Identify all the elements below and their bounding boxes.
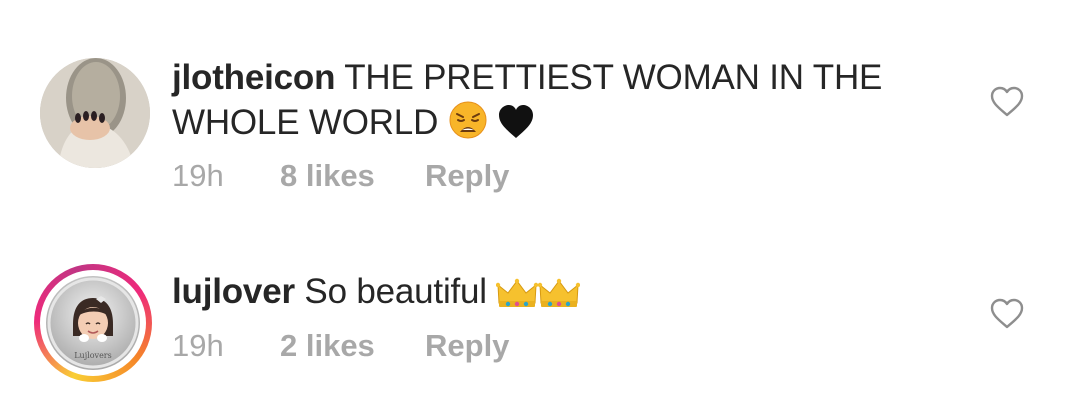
- comment-time: 19h: [172, 328, 224, 363]
- comment-body-line2: WHOLE WORLD: [172, 103, 439, 142]
- comment-meta: 19h 2 likes Reply: [172, 328, 509, 364]
- comment-meta: 19h 8 likes Reply: [172, 158, 509, 194]
- like-heart-icon[interactable]: [990, 298, 1024, 330]
- comment-text: lujlover So beautiful: [172, 270, 912, 320]
- comment-item: Lujlovers lujlover So beautiful 19h 2 li…: [0, 248, 1080, 402]
- comment-text: jlotheicon THE PRETTIEST WOMAN IN THE WH…: [172, 56, 912, 151]
- comment-item: jlotheicon THE PRETTIEST WOMAN IN THE WH…: [0, 0, 1080, 210]
- avatar[interactable]: [40, 58, 150, 168]
- comment-likes[interactable]: 2 likes: [280, 328, 425, 364]
- comment-username[interactable]: lujlover: [172, 272, 295, 311]
- comment-username[interactable]: jlotheicon: [172, 58, 335, 97]
- comment-likes[interactable]: 8 likes: [280, 158, 425, 194]
- crown-icon: [496, 276, 539, 320]
- reply-button[interactable]: Reply: [425, 328, 509, 364]
- crown-icon: [538, 276, 581, 320]
- comment-body: So beautiful: [304, 272, 487, 311]
- weary-face-icon: [448, 100, 488, 151]
- comment-body-line1: THE PRETTIEST WOMAN IN THE: [344, 58, 883, 97]
- black-heart-icon: [497, 104, 535, 151]
- like-heart-icon[interactable]: [990, 86, 1024, 118]
- comment-time: 19h: [172, 158, 224, 193]
- avatar[interactable]: Lujlovers: [46, 276, 140, 370]
- avatar-logo-text: Lujlovers: [74, 351, 112, 360]
- reply-button[interactable]: Reply: [425, 158, 509, 194]
